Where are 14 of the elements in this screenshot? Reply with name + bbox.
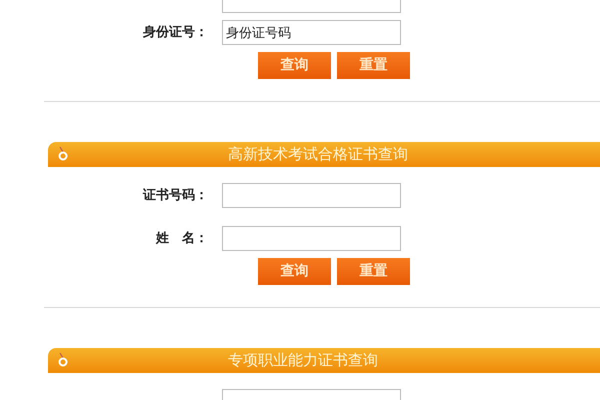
ring-icon: [58, 353, 68, 367]
input-field[interactable]: 身份证号码: [222, 20, 401, 45]
ring-icon: [58, 147, 68, 161]
form-button[interactable]: 查询: [258, 52, 331, 79]
field-label: 姓 名：: [154, 230, 209, 248]
section-title: 专项职业能力证书查询: [228, 353, 378, 368]
form-button[interactable]: 重置: [337, 258, 410, 285]
input-field[interactable]: [222, 183, 401, 208]
form-button[interactable]: 查询: [258, 258, 331, 285]
field-label: 证书号码：: [142, 186, 209, 205]
field-label: 身份证号：: [142, 24, 209, 42]
section-title: 高新技术考试合格证书查询: [228, 147, 408, 162]
input-field[interactable]: [222, 226, 401, 251]
form-button[interactable]: 重置: [337, 52, 410, 79]
